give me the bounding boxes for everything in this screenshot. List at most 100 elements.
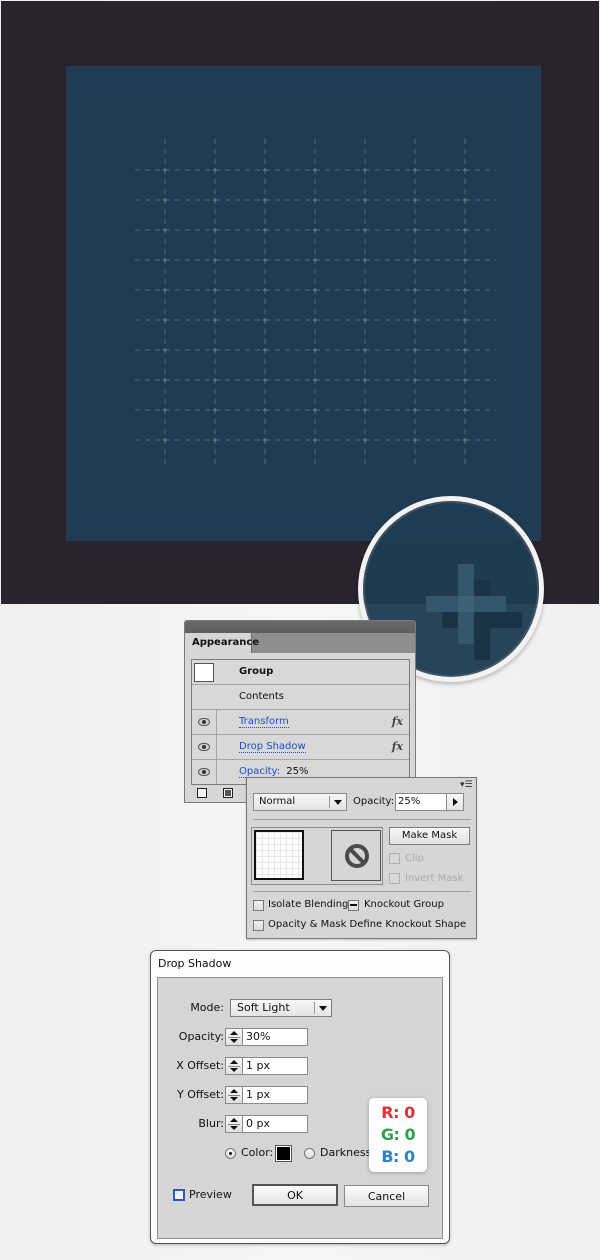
blue-value: B: 0 xyxy=(381,1147,415,1166)
grid-intersection xyxy=(463,348,467,352)
thumbnail-frame xyxy=(251,827,383,885)
grid-intersection xyxy=(163,378,167,382)
dialog-title: Drop Shadow xyxy=(158,957,232,970)
grid-intersection xyxy=(213,258,217,262)
drop-shadow-link[interactable]: Drop Shadow xyxy=(239,741,306,753)
grid-intersection xyxy=(313,318,317,322)
divider xyxy=(253,819,471,820)
isolate-blending-checkbox[interactable] xyxy=(253,900,264,911)
grid-intersection xyxy=(313,438,317,442)
grid-intersection xyxy=(363,258,367,262)
grid-intersection xyxy=(263,438,267,442)
invert-mask-checkbox[interactable] xyxy=(389,873,400,884)
grid-intersection xyxy=(413,228,417,232)
visibility-toggle[interactable] xyxy=(192,710,217,734)
no-mask-icon xyxy=(345,844,369,868)
visibility-toggle[interactable] xyxy=(192,760,217,784)
ok-button[interactable]: OK xyxy=(252,1184,338,1206)
grid-intersection xyxy=(463,408,467,412)
x-offset-input[interactable]: 1 px xyxy=(242,1057,308,1075)
grid-intersection xyxy=(413,198,417,202)
grid-intersection xyxy=(263,258,267,262)
grid-intersection xyxy=(413,408,417,412)
eye-icon xyxy=(198,718,210,726)
cancel-button[interactable]: Cancel xyxy=(344,1185,429,1207)
color-swatch[interactable] xyxy=(275,1145,292,1162)
transform-link[interactable]: Transform xyxy=(239,716,289,728)
grid-intersection xyxy=(263,168,267,172)
rgb-value-callout: R: 0 G: 0 B: 0 xyxy=(369,1098,427,1172)
appearance-row-group[interactable]: Group xyxy=(192,660,409,685)
grid-intersection xyxy=(363,318,367,322)
y-offset-stepper[interactable] xyxy=(225,1086,243,1104)
opacity-input[interactable]: 25% xyxy=(395,793,447,811)
appearance-row-contents[interactable]: Contents xyxy=(192,685,409,710)
fx-icon[interactable]: fx xyxy=(392,715,403,728)
grid-intersection xyxy=(313,288,317,292)
define-knockout-checkbox[interactable] xyxy=(253,920,264,931)
grid-intersection xyxy=(313,198,317,202)
y-offset-input[interactable]: 1 px xyxy=(242,1086,308,1104)
grid-intersection xyxy=(363,378,367,382)
tab-appearance[interactable]: Appearance xyxy=(185,633,259,653)
eye-icon xyxy=(198,768,210,776)
preview-label: Preview xyxy=(189,1188,232,1201)
opacity-input[interactable]: 30% xyxy=(242,1028,308,1046)
canvas-background xyxy=(1,1,599,604)
grid-intersection xyxy=(163,408,167,412)
red-value: R: 0 xyxy=(381,1103,415,1122)
grid-intersection xyxy=(413,288,417,292)
grid-intersection xyxy=(463,168,467,172)
artboard[interactable] xyxy=(66,66,541,541)
mode-value: Soft Light xyxy=(237,1001,290,1014)
grid-intersection xyxy=(213,228,217,232)
blur-stepper[interactable] xyxy=(225,1115,243,1133)
blend-mode-select[interactable]: Normal xyxy=(253,793,347,811)
grid-intersection xyxy=(363,348,367,352)
grid-intersection xyxy=(413,258,417,262)
x-offset-stepper[interactable] xyxy=(225,1057,243,1075)
color-label: Color: xyxy=(241,1146,274,1159)
mask-thumbnail[interactable] xyxy=(331,830,381,881)
fx-icon[interactable]: fx xyxy=(392,740,403,753)
blur-input[interactable]: 0 px xyxy=(242,1115,308,1133)
grid-intersection xyxy=(163,288,167,292)
opacity-stepper[interactable] xyxy=(225,1028,243,1046)
define-knockout-label: Opacity & Mask Define Knockout Shape xyxy=(268,919,467,930)
grid-intersection xyxy=(313,348,317,352)
grid-intersection xyxy=(463,438,467,442)
appearance-row-drop-shadow[interactable]: Drop Shadow fx xyxy=(192,735,409,760)
knockout-group-checkbox[interactable] xyxy=(348,900,359,911)
grid-intersection xyxy=(263,198,267,202)
grid-intersection xyxy=(463,228,467,232)
grid-intersection xyxy=(163,168,167,172)
opacity-label: Opacity: xyxy=(353,796,395,807)
transparency-panel: ▾☰ Normal Opacity: 25% Make Mask Clip In… xyxy=(246,777,477,939)
row-label: Contents xyxy=(239,691,284,702)
appearance-row-transform[interactable]: Transform fx xyxy=(192,710,409,735)
panel-menu-icon[interactable]: ▾☰ xyxy=(460,780,473,790)
panel-titlebar[interactable] xyxy=(185,621,415,633)
color-radio[interactable] xyxy=(225,1148,236,1159)
blend-mode-value: Normal xyxy=(259,796,296,807)
drop-shadow-dialog: Drop Shadow Mode: Soft Light Opacity: 30… xyxy=(150,950,450,1244)
clip-checkbox[interactable] xyxy=(389,853,400,864)
visibility-toggle[interactable] xyxy=(192,735,217,759)
new-fill-icon[interactable] xyxy=(223,788,233,798)
grid-intersection xyxy=(263,228,267,232)
object-thumbnail[interactable] xyxy=(254,830,304,880)
opacity-entry: Opacity: 25% xyxy=(239,766,309,778)
opacity-slider-button[interactable] xyxy=(447,793,464,811)
grid-intersection xyxy=(363,198,367,202)
grid-intersection xyxy=(213,168,217,172)
grid-intersection xyxy=(213,378,217,382)
grid-intersection xyxy=(463,288,467,292)
grid-intersection xyxy=(413,378,417,382)
make-mask-button[interactable]: Make Mask xyxy=(389,827,470,845)
darkness-radio[interactable] xyxy=(304,1148,315,1159)
preview-checkbox[interactable] xyxy=(173,1189,185,1201)
grid-intersection xyxy=(163,318,167,322)
grid-intersection xyxy=(163,348,167,352)
new-stroke-icon[interactable] xyxy=(197,788,207,798)
mode-select[interactable]: Soft Light xyxy=(230,999,332,1017)
